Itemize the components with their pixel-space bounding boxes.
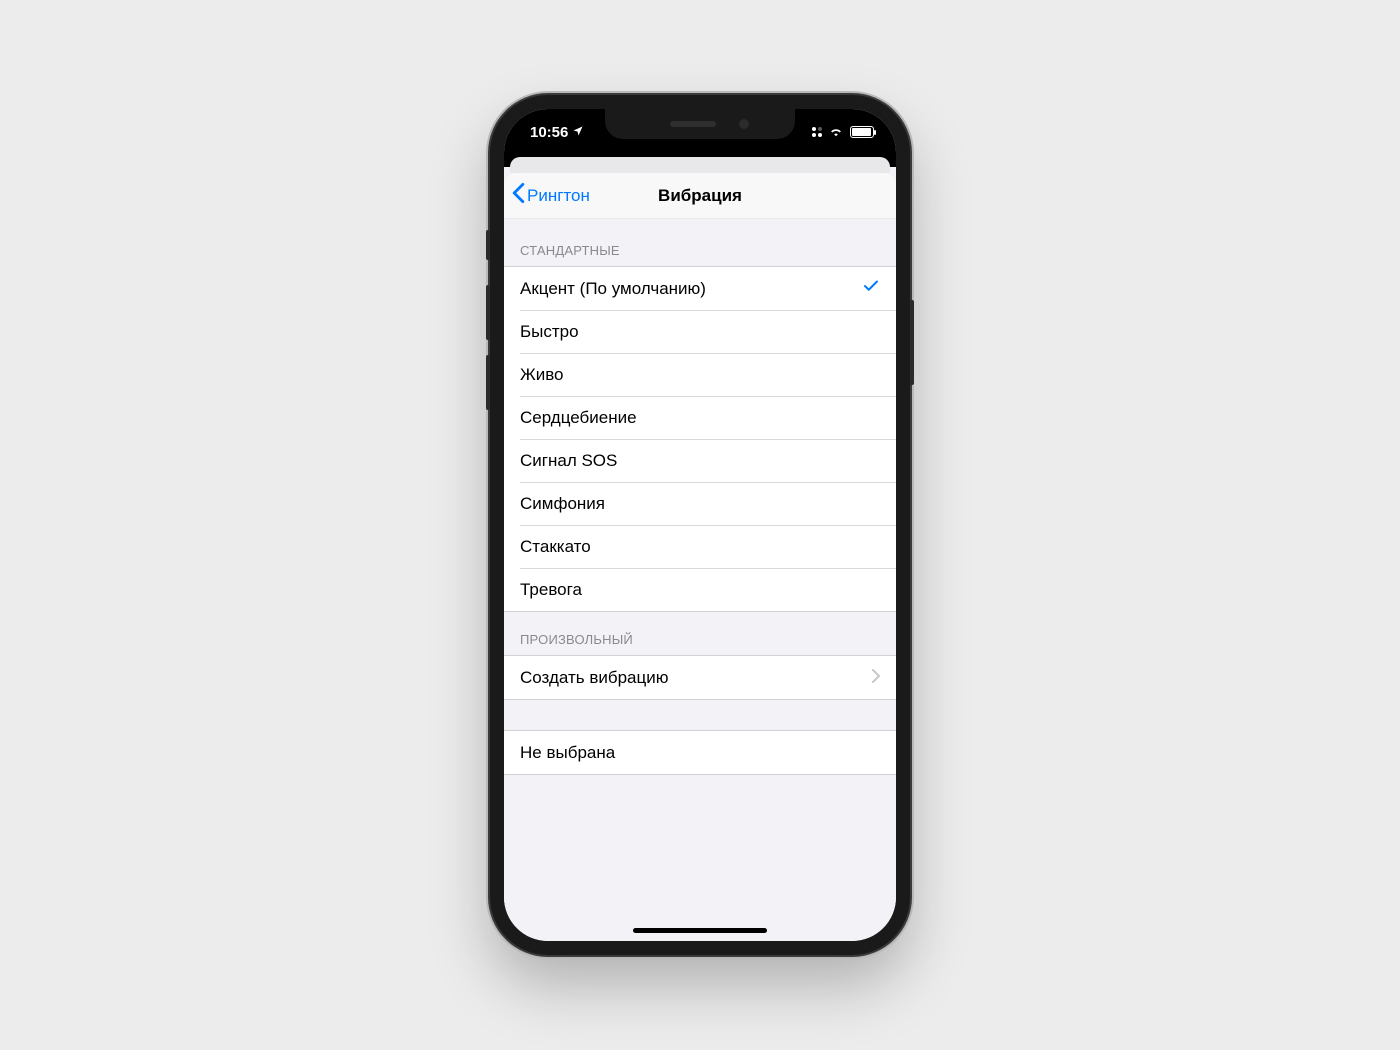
option-label: Живо	[520, 365, 564, 385]
option-label: Не выбрана	[520, 743, 615, 763]
vibration-option-lively[interactable]: Живо	[504, 353, 896, 396]
home-indicator[interactable]	[633, 928, 767, 933]
back-button[interactable]: Рингтон	[512, 182, 590, 209]
option-label: Стаккато	[520, 537, 591, 557]
volume-up-button	[486, 285, 490, 340]
vibration-option-staccato[interactable]: Стаккато	[504, 525, 896, 568]
option-label: Сердцебиение	[520, 408, 637, 428]
vibration-option-heartbeat[interactable]: Сердцебиение	[504, 396, 896, 439]
option-label: Быстро	[520, 322, 579, 342]
speaker-grille	[670, 121, 716, 127]
iphone-frame: 10:56	[490, 95, 910, 955]
chevron-right-icon	[872, 668, 880, 688]
nav-bar: Рингтон Вибрация	[504, 173, 896, 219]
section-header-standard: СТАНДАРТНЫЕ	[504, 219, 896, 266]
power-button	[910, 300, 914, 385]
vibration-option-symphony[interactable]: Симфония	[504, 482, 896, 525]
option-label: Тревога	[520, 580, 582, 600]
vibration-option-fast[interactable]: Быстро	[504, 310, 896, 353]
standard-vibrations-group: Акцент (По умолчанию) Быстро Живо Сердце…	[504, 266, 896, 612]
vibration-option-accent[interactable]: Акцент (По умолчанию)	[504, 267, 896, 310]
silence-switch	[486, 230, 490, 260]
screen: 10:56	[504, 109, 896, 941]
wifi-icon	[828, 124, 844, 141]
chevron-left-icon	[512, 182, 525, 209]
status-time: 10:56	[530, 124, 568, 141]
volume-down-button	[486, 355, 490, 410]
custom-vibration-group: Создать вибрацию	[504, 655, 896, 700]
battery-icon	[850, 126, 874, 138]
page-title: Вибрация	[658, 186, 742, 206]
signal-icon	[812, 127, 822, 137]
location-icon	[572, 124, 584, 141]
vibration-option-alert[interactable]: Тревога	[504, 568, 896, 611]
checkmark-icon	[862, 277, 880, 300]
option-label: Симфония	[520, 494, 605, 514]
option-label: Акцент (По умолчанию)	[520, 279, 706, 299]
settings-content: СТАНДАРТНЫЕ Акцент (По умолчанию) Быстро…	[504, 219, 896, 941]
option-label: Сигнал SOS	[520, 451, 617, 471]
separator-gap	[504, 700, 896, 730]
back-label: Рингтон	[527, 186, 590, 206]
none-group: Не выбрана	[504, 730, 896, 775]
notch	[605, 109, 795, 139]
sheet-backdrop	[504, 155, 896, 167]
front-camera	[739, 119, 749, 129]
section-header-custom: ПРОИЗВОЛЬНЫЙ	[504, 612, 896, 655]
vibration-option-sos[interactable]: Сигнал SOS	[504, 439, 896, 482]
vibration-option-none[interactable]: Не выбрана	[504, 731, 896, 774]
create-vibration-row[interactable]: Создать вибрацию	[504, 656, 896, 699]
create-vibration-label: Создать вибрацию	[520, 668, 668, 688]
